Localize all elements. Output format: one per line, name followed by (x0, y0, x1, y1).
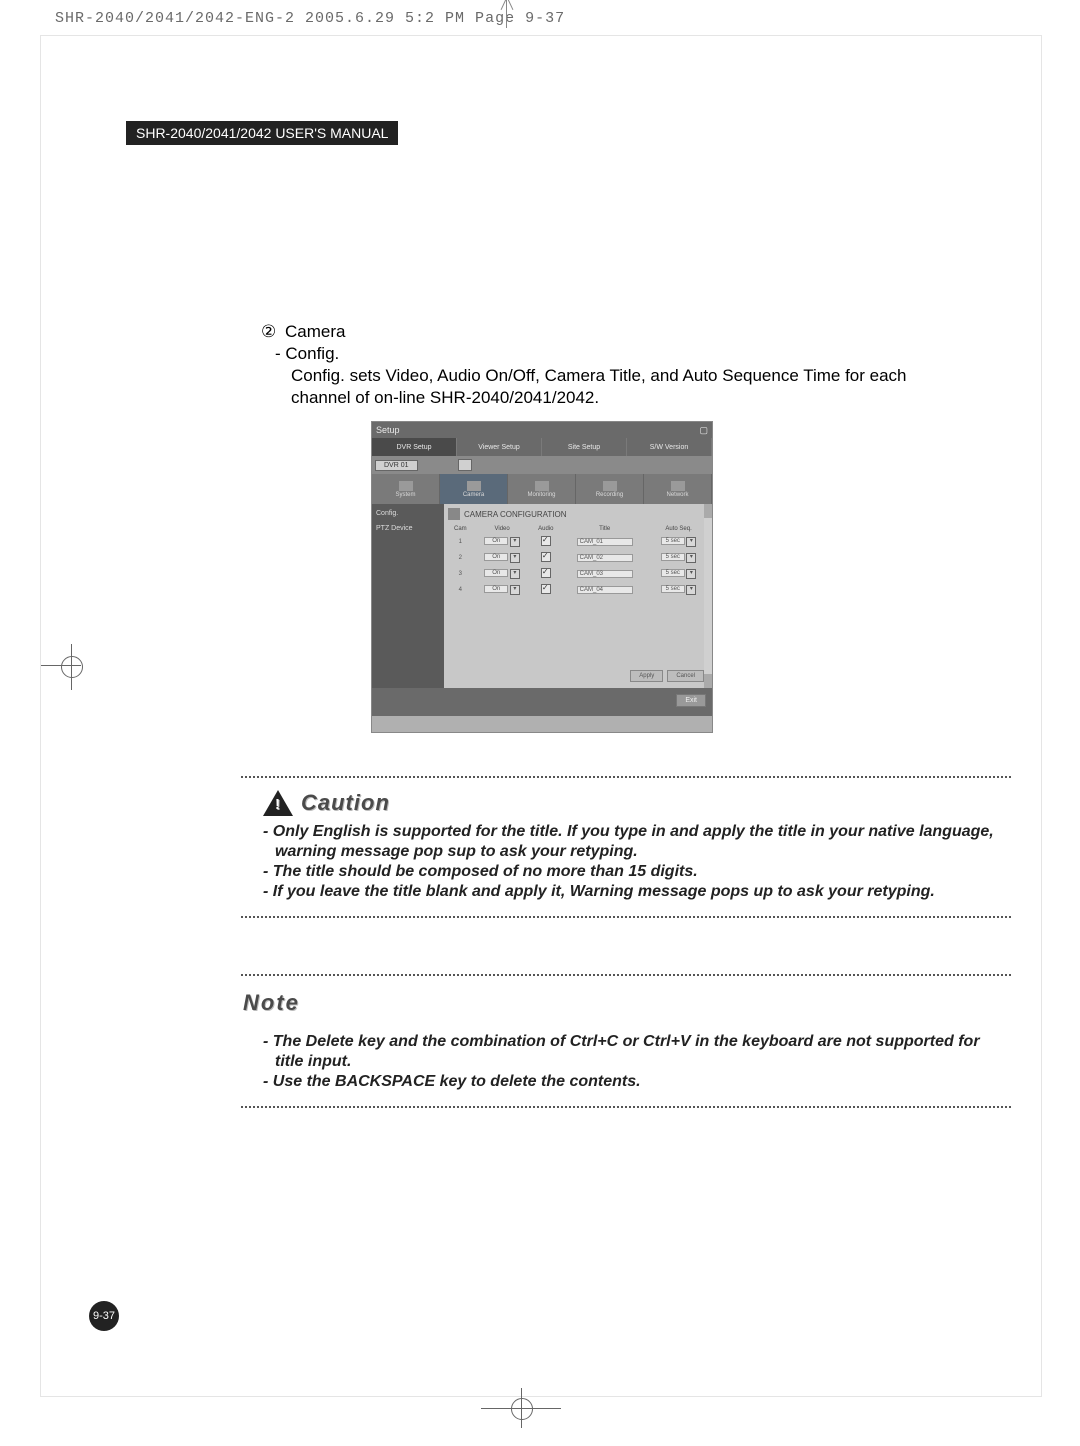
dvr-select-value: DVR 01 (375, 460, 418, 471)
scrollbar (704, 504, 712, 688)
section-number: ② (261, 321, 276, 343)
col-video: Video (473, 524, 532, 534)
panel-icon (448, 508, 460, 520)
caution-item: - If you leave the title blank and apply… (263, 882, 1011, 902)
note-item: - The Delete key and the combination of … (263, 1032, 1011, 1072)
note-box: Note - The Delete key and the combinatio… (241, 974, 1011, 1108)
embedded-screenshot: Setup ▢ DVR Setup Viewer Setup Site Setu… (371, 421, 713, 733)
caution-item: - The title should be composed of no mor… (263, 862, 1011, 882)
col-title: Title (560, 524, 649, 534)
table-row: 4 On ▾ CAM_04 5 sec ▾ (448, 582, 708, 598)
cancel-button: Cancel (667, 670, 704, 682)
tab-dvr-setup: DVR Setup (372, 438, 457, 456)
caution-item: - Only English is supported for the titl… (263, 822, 1011, 862)
note-title: Note (243, 990, 1011, 1016)
window-title: Setup (376, 425, 400, 435)
panel-title: CAMERA CONFIGURATION (464, 510, 567, 519)
manual-header-bar: SHR-2040/2041/2042 USER'S MANUAL (126, 121, 398, 145)
col-cam: Cam (448, 524, 473, 534)
section-body: ② Camera - Config. Config. sets Video, A… (261, 321, 911, 409)
checkbox-icon (541, 552, 551, 562)
note-item: - Use the BACKSPACE key to delete the co… (263, 1072, 1011, 1092)
checkbox-icon (541, 568, 551, 578)
side-item-config: Config. (376, 510, 440, 517)
section-description: Config. sets Video, Audio On/Off, Camera… (291, 365, 911, 409)
caution-box: Caution - Only English is supported for … (241, 776, 1011, 918)
crop-mark-top (497, 0, 515, 28)
side-item-ptz: PTZ Device (376, 525, 440, 532)
table-row: 2 On ▾ CAM_02 5 sec ▾ (448, 550, 708, 566)
tab-sw-version: S/W Version (627, 438, 712, 456)
crop-mark-bottom (501, 1388, 541, 1428)
dvr-select-dropdown-icon (458, 459, 472, 471)
section-subtitle: - Config. (275, 343, 911, 365)
col-audio: Audio (532, 524, 561, 534)
checkbox-icon (541, 536, 551, 546)
section-title: Camera (285, 322, 345, 341)
warning-icon (263, 790, 293, 816)
camera-config-table: Cam Video Audio Title Auto Seq. 1 On ▾ C… (448, 524, 708, 598)
checkbox-icon (541, 584, 551, 594)
caution-title: Caution (301, 790, 390, 816)
print-header: SHR-2040/2041/2042-ENG-2 2005.6.29 5:2 P… (55, 10, 565, 27)
table-row: 3 On ▾ CAM_03 5 sec ▾ (448, 566, 708, 582)
navtab-camera: Camera (440, 474, 508, 504)
navtab-network: Network (644, 474, 712, 504)
navtab-system: System (372, 474, 440, 504)
navtab-recording: Recording (576, 474, 644, 504)
tab-viewer-setup: Viewer Setup (457, 438, 542, 456)
tab-site-setup: Site Setup (542, 438, 627, 456)
main-panel: CAMERA CONFIGURATION Cam Video Audio Tit… (444, 504, 712, 688)
close-icon: ▢ (699, 425, 708, 436)
navtab-monitoring: Monitoring (508, 474, 576, 504)
exit-button: Exit (676, 694, 706, 707)
col-autoseq: Auto Seq. (649, 524, 708, 534)
page-sheet: SHR-2040/2041/2042 USER'S MANUAL ② Camer… (40, 35, 1042, 1397)
apply-button: Apply (630, 670, 663, 682)
page-number-badge: 9-37 (89, 1301, 119, 1331)
side-menu: Config. PTZ Device (372, 504, 444, 688)
table-row: 1 On ▾ CAM_01 5 sec ▾ (448, 534, 708, 550)
